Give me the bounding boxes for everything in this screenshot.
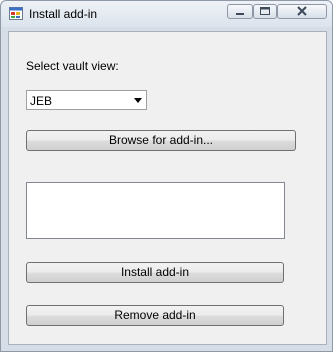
title-bar[interactable]: Install add-in [1,1,332,27]
maximize-button[interactable] [253,4,277,19]
vault-view-selected-value: JEB [30,94,53,108]
close-button[interactable] [277,4,327,19]
vault-view-label: Select vault view: [26,59,119,73]
minimize-button[interactable] [227,4,253,19]
window-title: Install add-in [29,7,98,21]
install-addin-button[interactable]: Install add-in [26,262,284,283]
minimize-icon [236,13,244,15]
maximize-icon [260,7,270,15]
dialog-client-area: Select vault view: JEB Browse for add-in… [8,31,327,345]
app-window-icon [9,7,23,20]
close-icon [297,6,307,16]
remove-addin-button[interactable]: Remove add-in [26,305,284,326]
chevron-down-icon [134,98,142,103]
browse-addin-button[interactable]: Browse for add-in... [26,130,296,151]
install-addin-window: Install add-in Select vault view: JEB Br… [0,0,333,352]
addin-listbox[interactable] [26,182,285,239]
vault-view-dropdown[interactable]: JEB [26,90,147,110]
